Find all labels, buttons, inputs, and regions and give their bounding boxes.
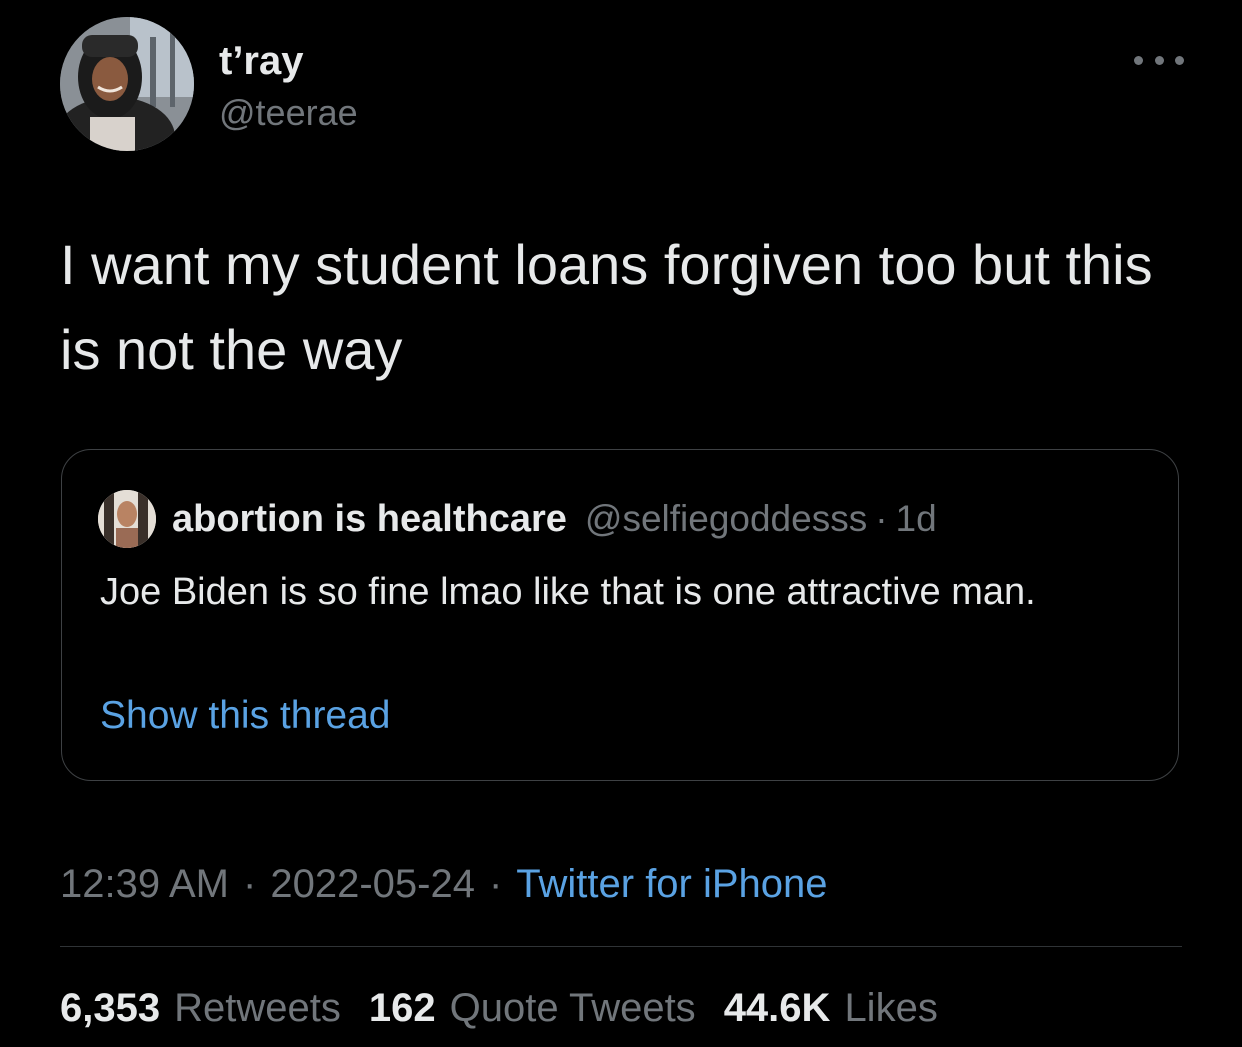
author-avatar[interactable]	[60, 17, 194, 151]
retweets-stat[interactable]: 6,353 Retweets	[60, 982, 341, 1034]
tweet-meta: 12:39 AM · 2022-05-24 · Twitter for iPhone	[60, 858, 828, 910]
quoted-tweet-text: Joe Biden is so fine lmao like that is o…	[100, 571, 1036, 613]
tweet-header: t’ray @teerae	[60, 17, 1190, 157]
quoted-timestamp[interactable]: 1d	[896, 498, 937, 540]
more-horizontal-icon-dot	[1154, 55, 1164, 65]
retweets-label: Retweets	[174, 986, 341, 1030]
quoted-author-handle[interactable]: @selfiegoddesss	[585, 498, 867, 540]
author-name[interactable]: t’ray	[219, 39, 304, 83]
tweet-time[interactable]: 12:39 AM	[60, 862, 229, 906]
tweet-stats: 6,353 Retweets 162 Quote Tweets 44.6K Likes	[60, 982, 966, 1034]
tweet-date[interactable]: 2022-05-24	[270, 862, 475, 906]
quoted-author-avatar[interactable]	[98, 490, 156, 548]
quoted-tweet-card[interactable]: abortion is healthcare @selfiegoddesss ·…	[61, 449, 1179, 781]
tweet-text: I want my student loans forgiven too but…	[60, 233, 1153, 381]
tweet-source-link[interactable]: Twitter for iPhone	[516, 862, 827, 906]
divider	[60, 946, 1182, 947]
avatar-photo	[60, 17, 194, 151]
quoted-separator: ·	[875, 498, 888, 539]
author-handle[interactable]: @teerae	[219, 92, 358, 134]
more-options-button[interactable]	[1134, 45, 1184, 75]
quote-tweets-count: 162	[368, 986, 436, 1030]
more-horizontal-icon-dot	[1175, 55, 1184, 65]
more-horizontal-icon	[1134, 55, 1143, 65]
likes-label: Likes	[844, 986, 938, 1030]
quoted-tweet-header: abortion is healthcare @selfiegoddesss ·…	[98, 490, 937, 548]
meta-separator: ·	[243, 862, 257, 906]
meta-separator: ·	[488, 862, 503, 906]
retweets-count: 6,353	[60, 986, 161, 1030]
quote-tweets-label: Quote Tweets	[449, 986, 696, 1030]
quoted-avatar-photo	[98, 490, 156, 548]
likes-count: 44.6K	[723, 986, 831, 1030]
quote-tweets-stat[interactable]: 162 Quote Tweets	[369, 982, 696, 1034]
quoted-author-name[interactable]: abortion is healthcare	[172, 498, 567, 541]
likes-stat[interactable]: 44.6K Likes	[724, 982, 938, 1034]
show-thread-link[interactable]: Show this thread	[100, 692, 391, 740]
